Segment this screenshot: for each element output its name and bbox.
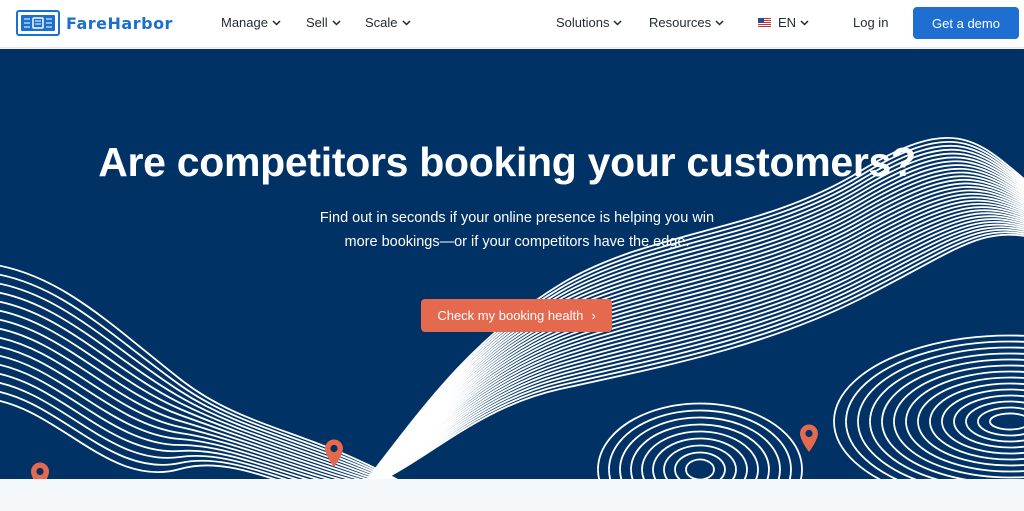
map-pin-icon xyxy=(31,462,49,479)
chevron-down-icon xyxy=(715,20,724,26)
nav-manage-label: Manage xyxy=(221,15,268,30)
get-a-demo-button[interactable]: Get a demo xyxy=(913,7,1019,39)
fareharbor-logo[interactable]: FareHarbor xyxy=(16,10,173,36)
nav-solutions-label: Solutions xyxy=(556,15,610,30)
nav-scale-label: Scale xyxy=(365,15,398,30)
chevron-down-icon xyxy=(272,20,281,26)
chevron-down-icon xyxy=(613,20,623,26)
hero-title: Are competitors booking your customers? xyxy=(98,139,916,185)
chevron-right-icon: › xyxy=(591,308,596,323)
nav-resources-menu[interactable]: Resources xyxy=(649,15,724,30)
topographic-contour-lines xyxy=(0,137,1024,479)
nav-solutions-menu[interactable]: Solutions xyxy=(556,15,623,30)
login-link[interactable]: Log in xyxy=(853,15,888,30)
nav-resources-label: Resources xyxy=(649,15,712,30)
chevron-down-icon xyxy=(402,20,411,26)
hero-subtitle-line-1: Find out in seconds if your online prese… xyxy=(319,210,715,226)
cta-label: Check my booking health xyxy=(437,308,584,323)
fareharbor-ticket-icon xyxy=(16,10,60,36)
check-booking-health-button[interactable]: Check my booking health › xyxy=(421,299,612,332)
chevron-down-icon xyxy=(800,20,809,26)
nav-sell-label: Sell xyxy=(306,15,328,30)
hero-subtitle: Find out in seconds if your online prese… xyxy=(312,206,722,254)
top-navigation-bar: FareHarbor Manage Sell Scale Solutions R… xyxy=(0,0,1024,48)
page-content-band xyxy=(0,479,1024,511)
hero-subtitle-line-2: more bookings—or if your competitors hav… xyxy=(344,234,690,250)
nav-manage-menu[interactable]: Manage xyxy=(221,15,281,30)
chevron-down-icon xyxy=(332,20,341,26)
nav-scale-menu[interactable]: Scale xyxy=(365,15,411,30)
map-pin-icon xyxy=(325,439,343,467)
hero-section: Are competitors booking your customers? … xyxy=(0,49,1024,479)
language-selector[interactable]: EN xyxy=(758,15,809,30)
brand-name: FareHarbor xyxy=(66,13,173,33)
language-label: EN xyxy=(778,15,797,30)
map-pin-icon xyxy=(800,424,818,452)
nav-sell-menu[interactable]: Sell xyxy=(306,15,341,30)
us-flag-icon xyxy=(758,18,771,27)
